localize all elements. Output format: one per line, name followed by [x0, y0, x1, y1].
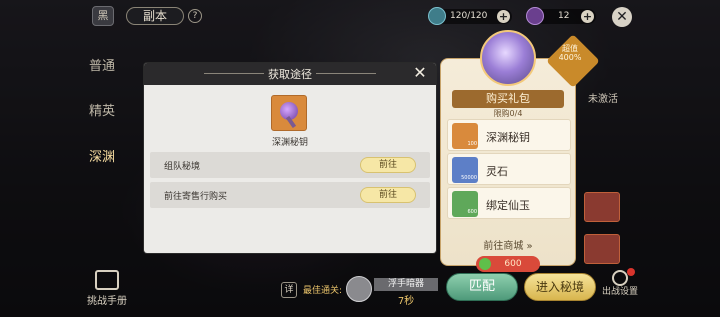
gift-item[interactable]: 100 深渊秘钥	[447, 119, 571, 151]
settings-icon	[612, 270, 628, 286]
add-stamina-button[interactable]: +	[497, 10, 510, 23]
reward-card[interactable]	[584, 192, 620, 222]
item-name: 灵石	[486, 165, 508, 178]
close-modal-button[interactable]: ✕	[412, 65, 428, 81]
match-button[interactable]: 匹配	[446, 273, 518, 301]
tab-label: 深渊	[88, 150, 115, 165]
route-label: 前往寄售行购买	[164, 192, 228, 202]
gift-item[interactable]: 600 绑定仙玉	[447, 187, 571, 219]
settings-label: 出战设置	[602, 287, 639, 297]
reward-card[interactable]	[584, 234, 620, 264]
stamina-value: 120/120	[450, 11, 488, 21]
dungeon-emblem-icon: 黑	[92, 6, 114, 26]
help-icon[interactable]: ?	[188, 9, 202, 23]
gift-item[interactable]: 50000 灵石	[447, 153, 571, 185]
best-clear-time: 7秒	[397, 296, 415, 307]
route-label: 组队秘境	[164, 162, 201, 172]
item-quantity: 100	[467, 141, 477, 147]
challenge-manual-button[interactable]: 挑战手册	[84, 270, 130, 307]
gift-pack-icon	[480, 30, 536, 86]
buy-price-button[interactable]: 600	[476, 256, 540, 272]
gift-pack-header	[456, 28, 600, 98]
tab-label: 普通	[88, 59, 115, 74]
purchase-limit: 限购0/4	[493, 109, 523, 118]
avatar[interactable]	[346, 276, 372, 302]
abyss-key-item-icon[interactable]	[271, 95, 307, 131]
enter-dungeon-button[interactable]: 进入秘境	[524, 273, 596, 301]
modal-title: 获取途径	[268, 68, 312, 81]
divider	[316, 73, 376, 74]
jade-coin-icon	[479, 258, 491, 270]
go-button[interactable]: 前往	[360, 187, 416, 203]
item-quantity: 600	[467, 209, 477, 215]
key-value: 12	[558, 11, 570, 21]
add-key-button[interactable]: +	[581, 10, 594, 23]
notification-dot	[627, 268, 635, 276]
inactive-label: 未激活	[588, 94, 618, 105]
details-button[interactable]: 详	[281, 282, 297, 298]
tab-label: 精英	[88, 104, 115, 119]
stamina-counter: 120/120 +	[428, 7, 512, 25]
key-icon	[526, 7, 544, 25]
go-button[interactable]: 前往	[360, 157, 416, 173]
item-name: 深渊秘钥	[271, 138, 308, 148]
discount-text: 超值 400%	[558, 44, 582, 62]
close-page-button[interactable]: ✕	[612, 7, 632, 27]
tab-normal[interactable]: 普通	[82, 55, 122, 74]
best-player-name: 浮手暗器	[374, 278, 438, 291]
top-bar: 黑 副本 ? 120/120 + 12 + ✕	[0, 0, 720, 32]
route-row: 组队秘境 前往	[150, 152, 430, 178]
challenge-manual-label: 挑战手册	[87, 296, 127, 307]
acquisition-modal: 获取途径 ✕ 深渊秘钥 组队秘境 前往 前往寄售行购买 前往	[144, 63, 436, 253]
item-name: 深渊秘钥	[486, 131, 530, 144]
tab-abyss[interactable]: 深渊	[73, 127, 131, 185]
tab-elite[interactable]: 精英	[82, 100, 122, 119]
gift-title: 购买礼包	[452, 90, 564, 108]
route-row: 前往寄售行购买 前往	[150, 182, 430, 208]
go-to-shop-link[interactable]: 前往商城 »	[452, 237, 564, 252]
price-value: 600	[504, 259, 522, 269]
key-counter: 12 +	[526, 7, 596, 25]
modal-header: 获取途径 ✕	[144, 63, 436, 85]
page-title: 副本	[126, 7, 184, 25]
stamina-icon	[428, 7, 446, 25]
best-clear-label: 最佳通关:	[303, 286, 343, 296]
item-quantity: 50000	[461, 175, 477, 181]
item-name: 绑定仙玉	[486, 199, 530, 212]
book-icon	[95, 270, 119, 290]
